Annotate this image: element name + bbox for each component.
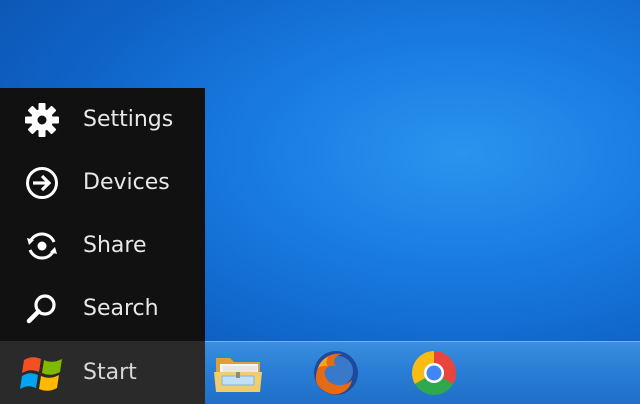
- taskbar-file-explorer[interactable]: [210, 346, 266, 400]
- share-icon: [24, 228, 60, 264]
- taskbar-firefox[interactable]: [308, 346, 364, 400]
- chrome-icon: [406, 351, 462, 404]
- firefox-icon: [308, 351, 364, 404]
- charm-devices[interactable]: Devices: [0, 151, 205, 214]
- start-label: Start: [83, 360, 137, 385]
- charm-settings[interactable]: Settings: [0, 88, 205, 151]
- windows-logo-icon: [20, 352, 66, 394]
- charm-share-label: Share: [83, 233, 147, 258]
- search-icon: [24, 291, 60, 327]
- taskbar: [205, 341, 640, 404]
- charm-devices-label: Devices: [83, 170, 170, 195]
- gear-icon: [24, 102, 60, 138]
- devices-icon: [24, 165, 60, 201]
- charm-settings-label: Settings: [83, 107, 174, 132]
- charms-bar: Settings Devices Share Search: [0, 88, 205, 341]
- file-explorer-icon: [210, 358, 266, 404]
- charm-search[interactable]: Search: [0, 277, 205, 340]
- taskbar-chrome[interactable]: [406, 346, 462, 400]
- charm-share[interactable]: Share: [0, 214, 205, 277]
- start-button[interactable]: Start: [0, 341, 205, 404]
- charm-search-label: Search: [83, 296, 159, 321]
